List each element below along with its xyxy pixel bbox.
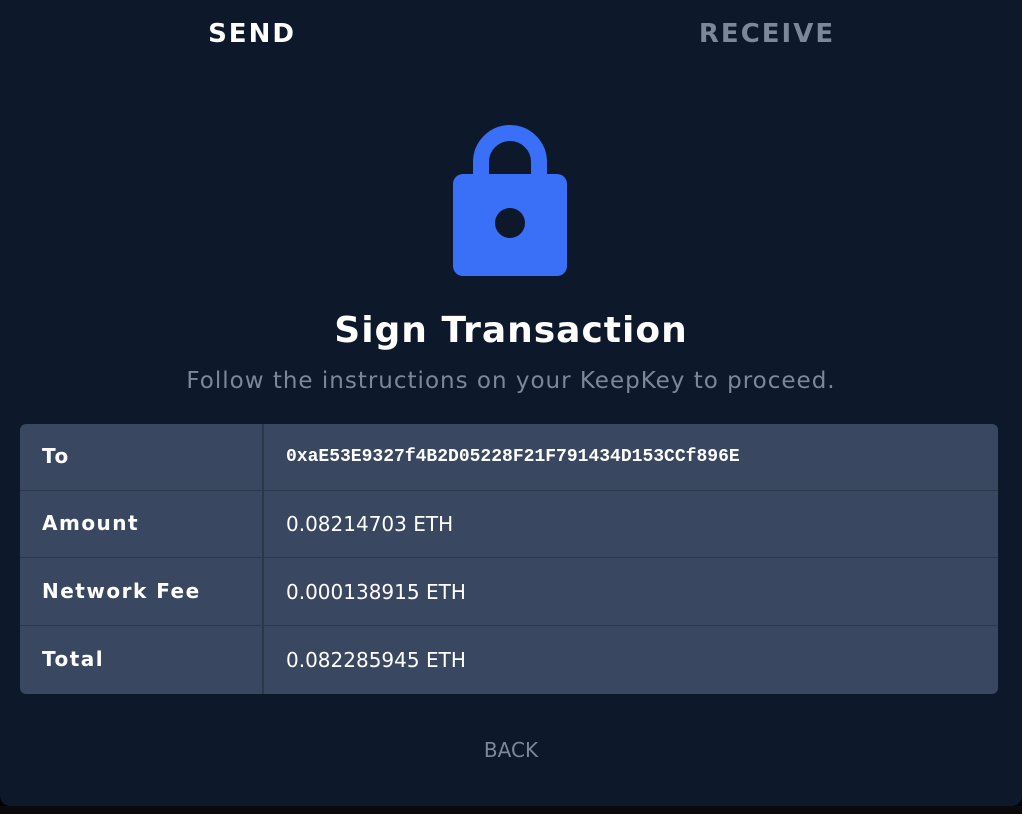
total-value: 0.082285945 ETH [286,648,466,672]
tab-bar: SEND RECEIVE [0,0,1022,70]
detail-label: Total [42,647,105,671]
detail-label: Network Fee [42,579,201,603]
transaction-details-table: To 0xaE53E9327f4B2D05228F21F791434D153CC… [20,424,998,694]
detail-label: Amount [42,511,140,535]
tab-receive[interactable]: RECEIVE [680,16,854,52]
recipient-address: 0xaE53E9327f4B2D05228F21F791434D153CCf89… [286,447,740,467]
detail-label: To [42,444,70,468]
lock-icon [453,125,567,276]
detail-row-network-fee: Network Fee 0.000138915 ETH [20,559,998,626]
sign-transaction-panel: SEND RECEIVE Sign Transaction Follow the… [0,0,1022,806]
network-fee-value: 0.000138915 ETH [286,580,466,604]
window-bottom-edge [0,806,1022,814]
page-subtitle: Follow the instructions on your KeepKey … [186,368,836,394]
page-title: Sign Transaction [334,310,688,351]
detail-row-to: To 0xaE53E9327f4B2D05228F21F791434D153CC… [20,424,998,491]
back-button[interactable]: BACK [461,732,561,768]
detail-row-amount: Amount 0.08214703 ETH [20,491,998,558]
tab-send[interactable]: SEND [180,16,324,52]
amount-value: 0.08214703 ETH [286,512,454,536]
detail-row-total: Total 0.082285945 ETH [20,627,998,694]
